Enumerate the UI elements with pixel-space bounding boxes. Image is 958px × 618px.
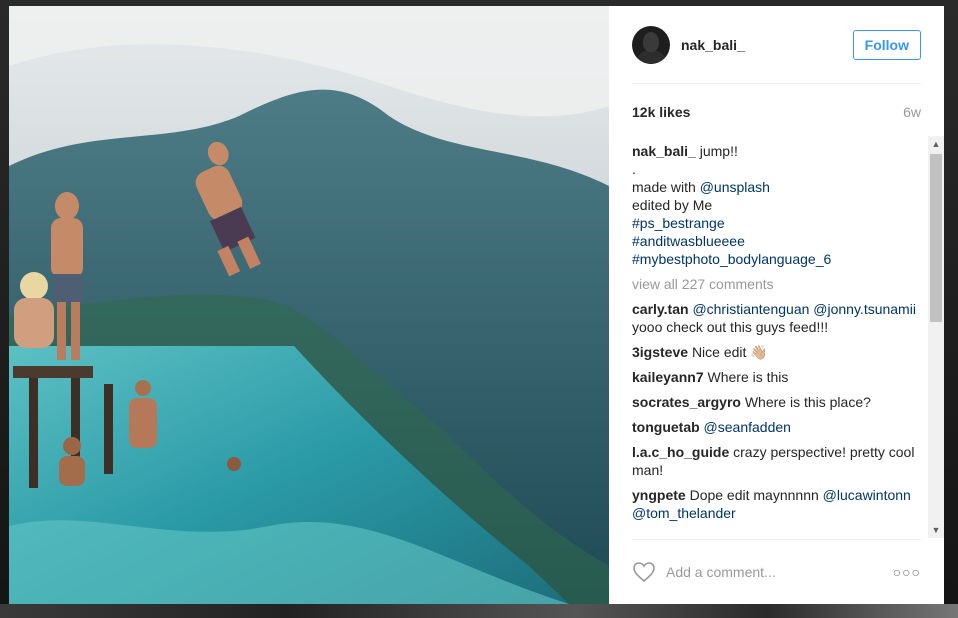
comment-text: Nice edit 👋🏼 <box>691 344 768 360</box>
comment-text: yooo check out this guys feed!!! <box>632 319 829 335</box>
post-details-panel: nak_bali_ Follow 12k likes 6w nak_bali_ … <box>609 6 944 604</box>
post-modal: nak_bali_ Follow 12k likes 6w nak_bali_ … <box>9 6 944 604</box>
comment-text: Dope edit maynnnnn <box>689 487 819 503</box>
scroll-down-arrow-icon[interactable]: ▼ <box>928 522 944 538</box>
comment-mention[interactable]: @seanfadden <box>704 419 791 435</box>
view-all-comments-link[interactable]: view all 227 comments <box>632 275 920 293</box>
comment-item: socrates_argyro Where is this place? <box>632 393 920 411</box>
comment-text: Where is this place? <box>744 394 871 410</box>
comment-mention[interactable]: @jonny.tsunamii <box>813 301 916 317</box>
comment-item: yngpete Dope edit maynnnnn @lucawintonn … <box>632 486 920 522</box>
comments-list[interactable]: nak_bali_ jump!! . made with @unsplash e… <box>632 142 920 540</box>
scroll-thumb[interactable] <box>930 154 942 322</box>
comment-username[interactable]: socrates_argyro <box>632 394 741 410</box>
hashtag-link[interactable]: #mybestphoto_bodylanguage_6 <box>632 250 920 268</box>
follow-button[interactable]: Follow <box>852 29 921 60</box>
add-comment-input[interactable]: Add a comment... <box>666 564 893 580</box>
scroll-up-arrow-icon[interactable]: ▲ <box>928 136 944 152</box>
caption-dot: . <box>632 161 636 177</box>
caption-made-with: made with <box>632 179 696 195</box>
comment-username[interactable]: carly.tan <box>632 301 689 317</box>
likes-count[interactable]: 12k likes <box>632 104 690 120</box>
more-options-icon[interactable]: ○○○ <box>893 564 921 580</box>
avatar[interactable] <box>632 25 670 64</box>
comment-mention[interactable]: @christiantenguan <box>692 301 809 317</box>
caption-mention[interactable]: @unsplash <box>700 179 770 195</box>
caption: nak_bali_ jump!! . made with @unsplash e… <box>632 142 920 268</box>
caption-text: jump!! <box>699 143 738 159</box>
likes-row: 12k likes 6w <box>632 104 921 120</box>
comment-item: kaileyann7 Where is this <box>632 368 920 386</box>
comment-mention[interactable]: @lucawintonn <box>823 487 911 503</box>
post-header: nak_bali_ Follow <box>632 6 921 84</box>
post-username[interactable]: nak_bali_ <box>681 37 853 53</box>
comment-username[interactable]: l.a.c_ho_guide <box>632 444 729 460</box>
comment-item: 3igsteve Nice edit 👋🏼 <box>632 343 920 361</box>
background-feed-strip <box>0 604 958 618</box>
comment-item: l.a.c_ho_guide crazy perspective! pretty… <box>632 443 920 479</box>
caption-edited-by: edited by Me <box>632 197 713 213</box>
comments-scrollbar[interactable]: ▲ ▼ <box>928 136 944 538</box>
comment-text: Where is this <box>707 369 789 385</box>
comment-username[interactable]: 3igsteve <box>632 344 688 360</box>
comment-item: tonguetab @seanfadden <box>632 418 920 436</box>
post-photo[interactable] <box>9 6 609 604</box>
heart-icon[interactable] <box>632 561 656 583</box>
comment-mention[interactable]: @tom_thelander <box>632 505 736 521</box>
post-age[interactable]: 6w <box>903 104 921 120</box>
comment-username[interactable]: tonguetab <box>632 419 700 435</box>
comment-username[interactable]: yngpete <box>632 487 686 503</box>
caption-username[interactable]: nak_bali_ <box>632 143 696 159</box>
comment-item: carly.tan @christiantenguan @jonny.tsuna… <box>632 300 920 336</box>
post-footer: Add a comment... ○○○ <box>632 539 921 604</box>
hashtag-link[interactable]: #ps_bestrange <box>632 214 920 232</box>
hashtag-link[interactable]: #anditwasblueeee <box>632 232 920 250</box>
comment-username[interactable]: kaileyann7 <box>632 369 704 385</box>
photo-illustration <box>9 6 609 604</box>
